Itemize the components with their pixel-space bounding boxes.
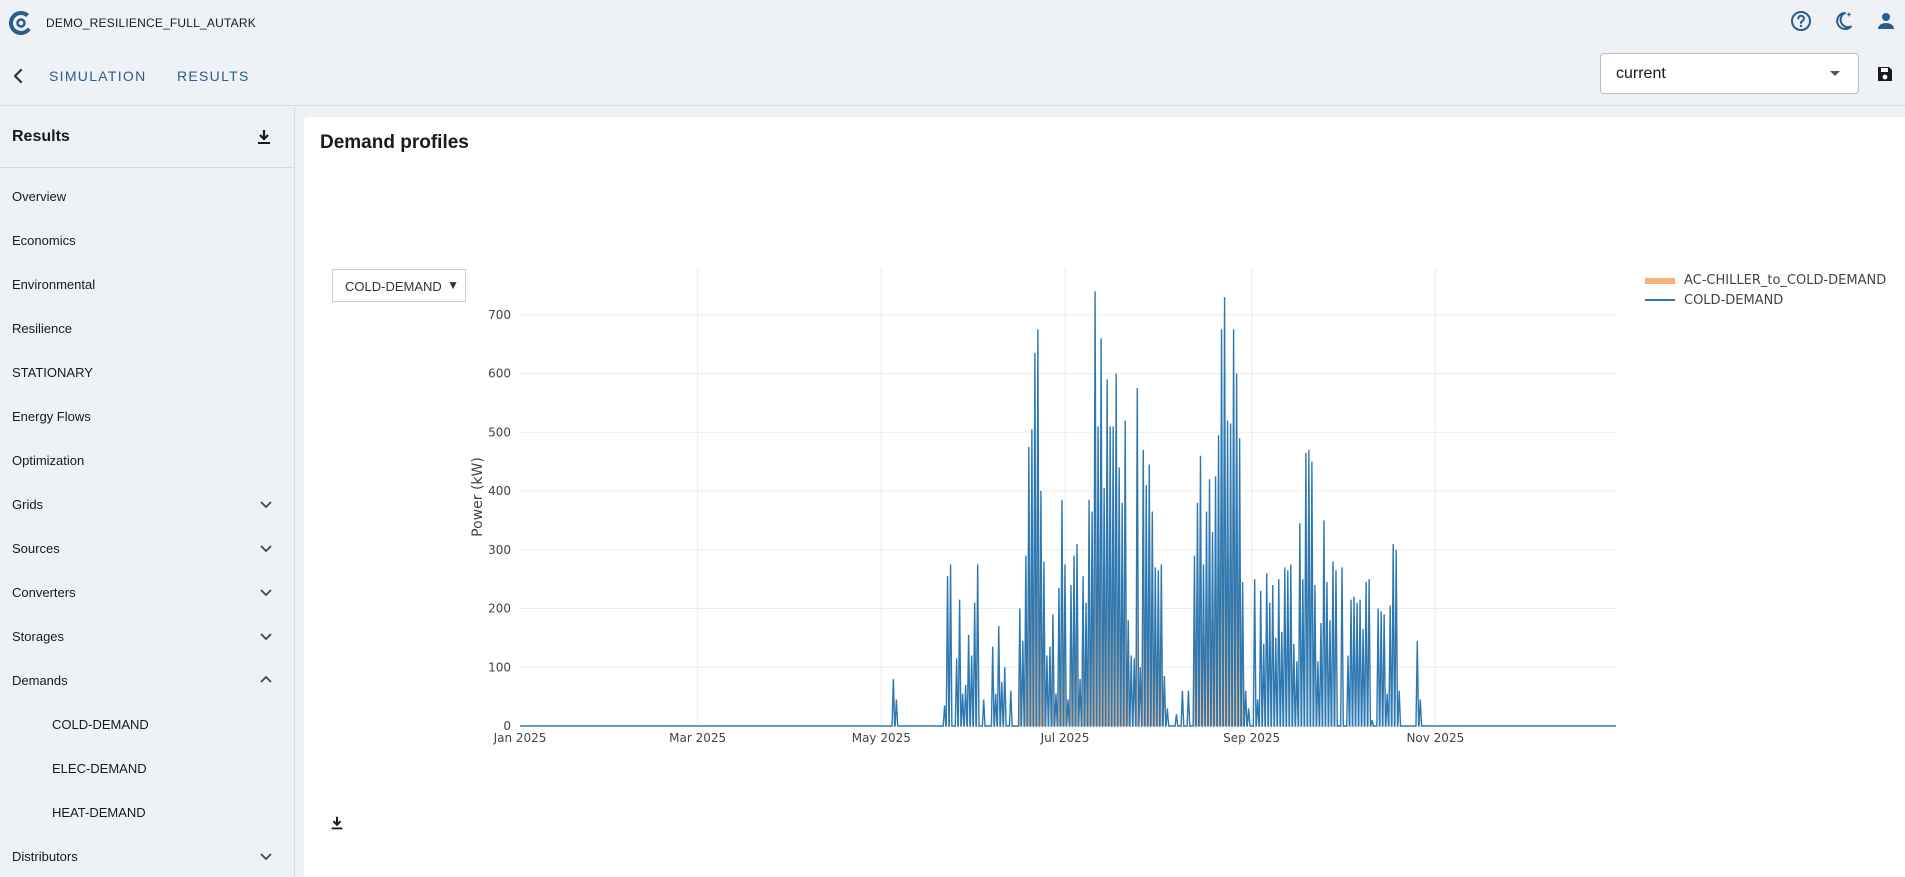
series-select-value: COLD-DEMAND (345, 279, 442, 294)
sidebar-item-label: Overview (12, 189, 67, 204)
download-icon[interactable] (254, 127, 274, 147)
back-arrow-icon[interactable] (8, 66, 28, 86)
x-tick-label: Jul 2025 (1040, 731, 1090, 745)
sidebar-item-energy-flows[interactable]: Energy Flows (0, 398, 294, 434)
y-tick-label: 700 (488, 308, 511, 322)
legend-swatch-chiller (1645, 278, 1675, 284)
sidebar-item-label: Storages (12, 629, 65, 644)
version-select-value: current (1616, 65, 1666, 82)
sidebar-title: Results (12, 128, 70, 145)
sidebar-item-label: STATIONARY (12, 365, 93, 380)
series-select[interactable]: COLD-DEMAND ▼ (332, 269, 466, 302)
sidebar-item-label: Resilience (12, 321, 72, 336)
account-icon[interactable] (1874, 9, 1898, 33)
sidebar-item-cold-demand[interactable]: COLD-DEMAND (0, 706, 294, 742)
sidebar-item-label: Sources (12, 541, 60, 556)
y-tick-label: 600 (488, 367, 511, 381)
chevron-up-icon (260, 675, 272, 683)
results-sidebar: Results Overview Economics Environmental Re… (0, 107, 295, 877)
version-select[interactable]: current (1600, 53, 1859, 94)
top-bar: DEMO_RESILIENCE_FULL_AUTARK (0, 0, 1905, 46)
chart-download-icon[interactable] (328, 814, 346, 832)
y-tick-label: 500 (488, 425, 511, 439)
project-title: DEMO_RESILIENCE_FULL_AUTARK (46, 16, 256, 30)
sidebar-item-sources[interactable]: Sources (0, 530, 294, 566)
sidebar-item-overview[interactable]: Overview (0, 178, 294, 214)
sidebar-item-demands[interactable]: Demands (0, 662, 294, 698)
legend-label-cold-demand: COLD-DEMAND (1684, 293, 1783, 308)
x-tick-label: Nov 2025 (1406, 731, 1464, 745)
tab-results[interactable]: RESULTS (177, 68, 250, 84)
sidebar-item-label: ELEC-DEMAND (52, 761, 147, 776)
sidebar-item-storages[interactable]: Storages (0, 618, 294, 654)
help-circle-icon[interactable] (1789, 9, 1813, 33)
theme-toggle-icon[interactable] (1831, 9, 1855, 33)
chevron-down-icon (260, 501, 272, 509)
sidebar-item-environmental[interactable]: Environmental (0, 266, 294, 302)
app-logo-icon[interactable] (9, 11, 33, 35)
sidebar-item-economics[interactable]: Economics (0, 222, 294, 258)
tab-simulation[interactable]: SIMULATION (49, 68, 147, 84)
sidebar-item-heat-demand[interactable]: HEAT-DEMAND (0, 794, 294, 830)
cold-demand-line (520, 291, 1616, 727)
sidebar-item-resilience[interactable]: Resilience (0, 310, 294, 346)
x-tick-label: Mar 2025 (669, 731, 726, 745)
y-axis-title: Power (kW) (470, 457, 486, 537)
y-tick-label: 100 (488, 660, 511, 674)
chevron-down-icon (260, 589, 272, 597)
y-tick-label: 400 (488, 484, 511, 498)
chevron-down-icon (260, 853, 272, 861)
sidebar-item-converters[interactable]: Converters (0, 574, 294, 610)
sidebar-item-label: Distributors (12, 849, 78, 864)
sidebar-item-label: Energy Flows (12, 409, 91, 424)
sidebar-item-label: Demands (12, 673, 68, 688)
demand-profile-chart: 0100200300400500600700Jan 2025 Mar 2025 Ma… (470, 268, 1886, 745)
x-tick-label: Jan 2025 (493, 731, 547, 745)
sidebar-item-optimization[interactable]: Optimization (0, 442, 294, 478)
save-icon[interactable] (1875, 64, 1895, 84)
sidebar-item-grids[interactable]: Grids (0, 486, 294, 522)
dropdown-caret-icon (1830, 71, 1840, 76)
legend-label-chiller: AC-CHILLER_to_COLD-DEMAND (1684, 273, 1886, 288)
sidebar-item-label: Economics (12, 233, 76, 248)
y-tick-label: 300 (488, 543, 511, 557)
sidebar-item-distributors[interactable]: Distributors (0, 838, 294, 874)
chevron-down-icon (260, 545, 272, 553)
dropdown-triangle-icon: ▼ (447, 278, 459, 292)
sidebar-item-stationary[interactable]: STATIONARY (0, 354, 294, 390)
sidebar-item-elec-demand[interactable]: ELEC-DEMAND (0, 750, 294, 786)
x-tick-label: Sep 2025 (1223, 731, 1280, 745)
sidebar-header: Results (0, 107, 295, 168)
sidebar-item-label: Optimization (12, 453, 85, 468)
x-tick-label: May 2025 (852, 731, 911, 745)
sidebar-item-label: COLD-DEMAND (52, 717, 149, 732)
y-tick-label: 200 (488, 602, 511, 616)
sidebar-item-label: Converters (12, 585, 76, 600)
demand-profiles-panel: Demand profiles 0 100 200 300 400 500 600 700 Ja… (304, 117, 1905, 877)
sidebar-item-label: Environmental (12, 277, 96, 292)
chevron-down-icon (260, 633, 272, 641)
sidebar-item-label: HEAT-DEMAND (52, 805, 146, 820)
sidebar-item-label: Grids (12, 497, 44, 512)
